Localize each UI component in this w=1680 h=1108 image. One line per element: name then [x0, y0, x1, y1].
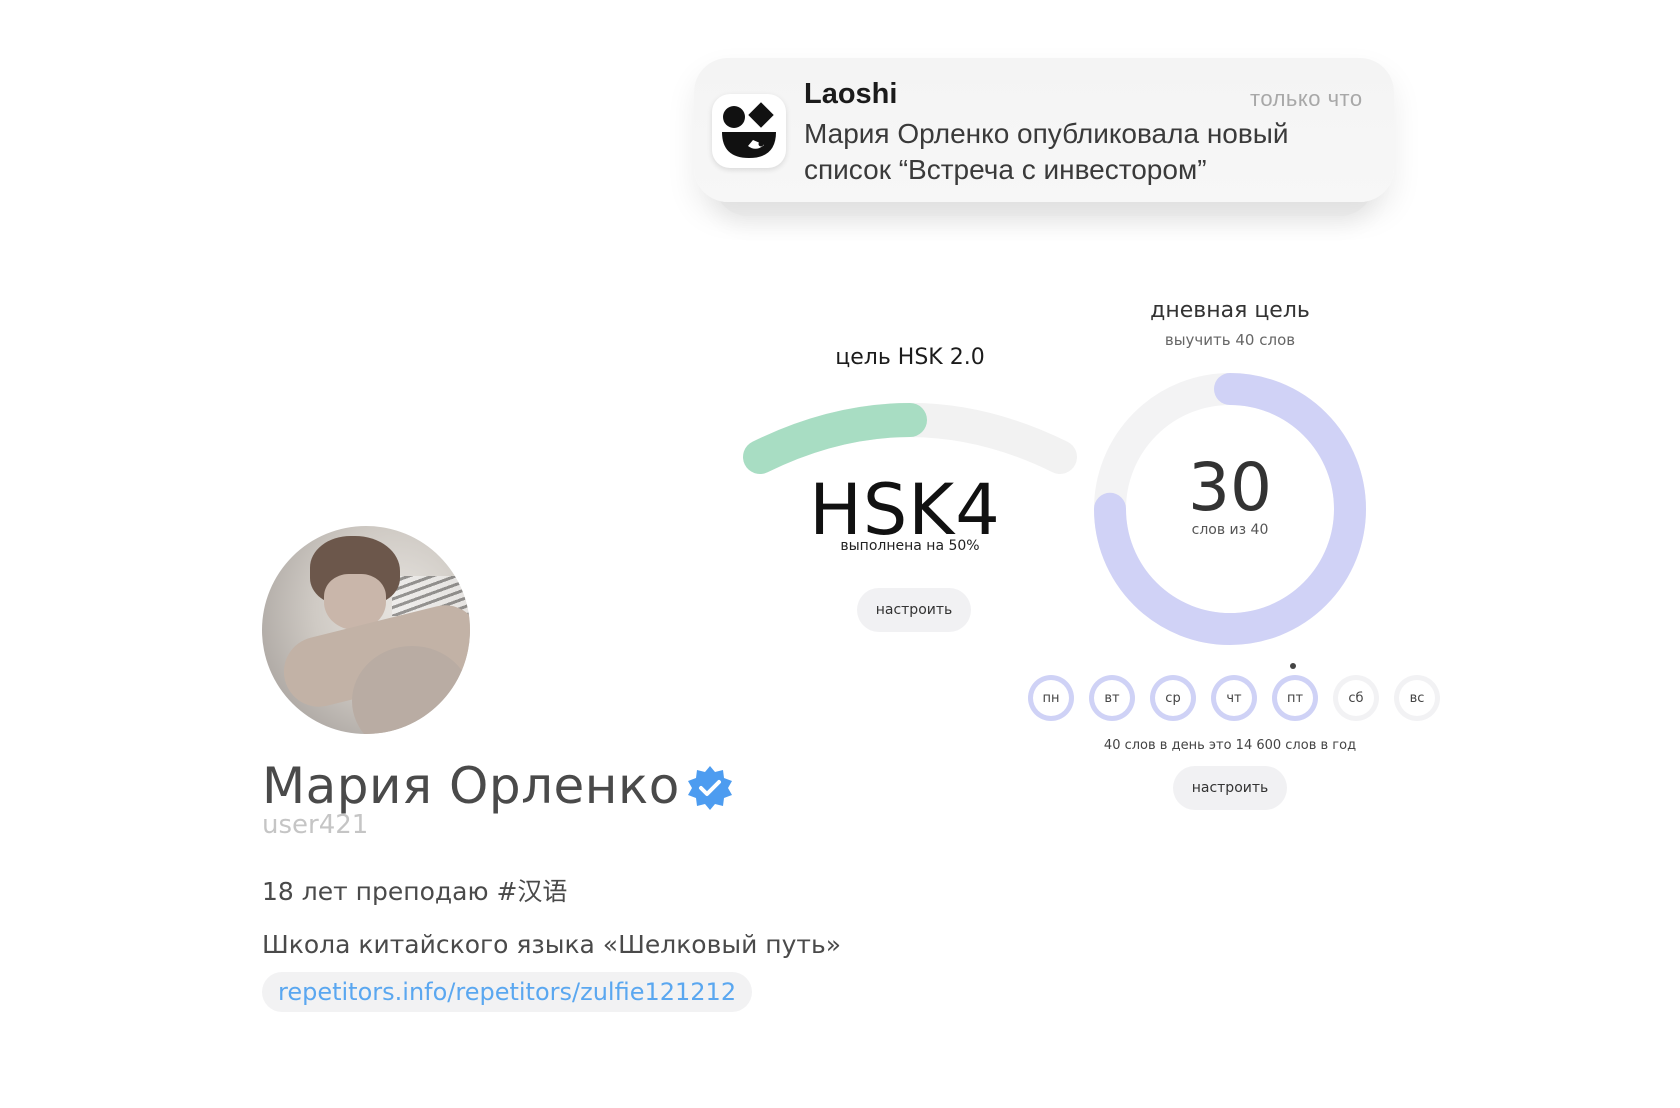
day-label: пт	[1286, 690, 1304, 706]
yearly-words-note: 40 слов в день это 14 600 слов в год	[1103, 738, 1357, 753]
day-label: вс	[1409, 690, 1425, 706]
today-indicator	[1290, 663, 1296, 669]
day-label: вт	[1104, 690, 1120, 706]
profile-name: Мария Орленко	[262, 757, 680, 815]
profile-link[interactable]: repetitors.info/repetitors/zulfie121212	[262, 972, 753, 1012]
daily-goal-subtitle: выучить 40 слов	[1164, 331, 1296, 349]
day-label: чт	[1226, 690, 1242, 706]
notification-message: Мария Орленко опубликовала новый список …	[804, 118, 1289, 185]
day-label: сб	[1348, 690, 1364, 706]
hsk-configure-button[interactable]: настроить	[857, 588, 971, 632]
notification-app-name: Laoshi	[804, 78, 898, 110]
daily-goal-title: дневная цель	[1150, 298, 1310, 323]
daily-words-count-sub: слов из 40	[1191, 522, 1269, 538]
day-fri[interactable]: пт	[1272, 675, 1318, 721]
day-thu[interactable]: чт	[1211, 675, 1257, 721]
day-mon[interactable]: пн	[1028, 675, 1074, 721]
day-wed[interactable]: ср	[1150, 675, 1196, 721]
laoshi-logo-icon	[712, 94, 786, 168]
daily-words-count: 30	[1188, 449, 1272, 526]
day-sat[interactable]: сб	[1333, 675, 1379, 721]
day-label: пн	[1042, 690, 1060, 706]
hsk-progress-text: выполнена на 50%	[840, 538, 980, 554]
profile-school: Школа китайского языка «Шелковый путь»	[262, 930, 841, 959]
daily-goal-configure-button[interactable]: настроить	[1173, 766, 1287, 810]
profile-bio: 18 лет преподаю #汉语	[262, 877, 568, 906]
day-label: ср	[1165, 690, 1181, 706]
day-tue[interactable]: вт	[1089, 675, 1135, 721]
hsk-goal-title: цель HSK 2.0	[835, 345, 985, 370]
notification-time: только что	[1250, 86, 1363, 111]
day-sun[interactable]: вс	[1394, 675, 1440, 721]
weekday-streak: пн вт ср чт пт сб вс	[1028, 675, 1440, 721]
username: user421	[262, 810, 369, 840]
avatar[interactable]	[262, 526, 470, 734]
verified-badge-icon	[688, 766, 732, 810]
